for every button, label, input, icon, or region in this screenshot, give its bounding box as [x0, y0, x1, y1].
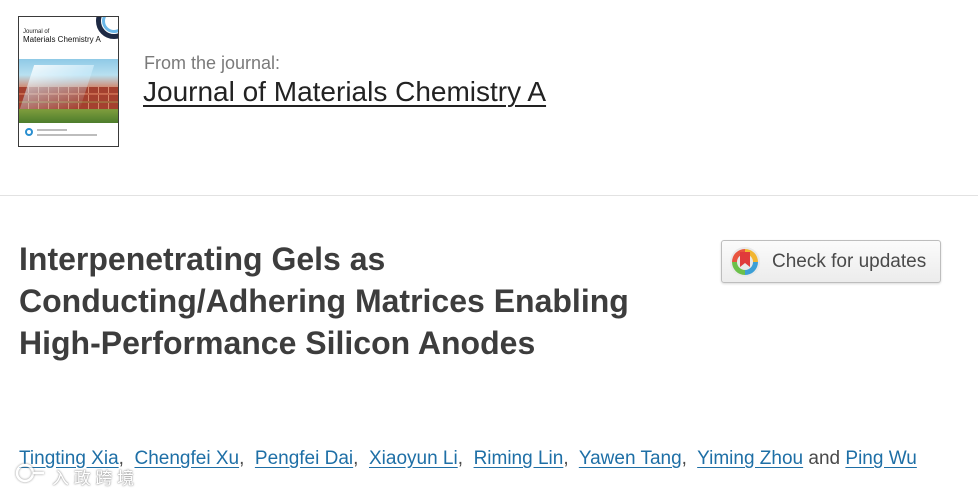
author-list: Tingting Xia, Chengfei Xu, Pengfei Dai, … — [19, 446, 969, 472]
header-divider — [0, 195, 978, 196]
watermark: 入 政 跨 境 — [14, 462, 134, 488]
cover-title: Journal of Materials Chemistry A — [23, 29, 113, 44]
author-link[interactable]: Xiaoyun Li — [369, 448, 458, 469]
journal-cover-image[interactable]: Journal of Materials Chemistry A — [18, 16, 119, 147]
watermark-logo-icon — [15, 463, 44, 483]
author-link[interactable]: Riming Lin — [474, 448, 564, 469]
watermark-text: 入 政 跨 境 — [52, 469, 135, 488]
author-link[interactable]: Pengfei Dai — [255, 448, 353, 469]
author-separator: , — [239, 448, 245, 469]
cover-title-big: Materials Chemistry A — [23, 35, 101, 44]
journal-name-link[interactable]: Journal of Materials Chemistry A — [143, 76, 546, 108]
author-separator: , — [681, 448, 687, 469]
crossmark-icon — [730, 247, 760, 277]
article-page: Journal of Materials Chemistry A From th… — [0, 0, 978, 491]
author-link[interactable]: Ping Wu — [845, 448, 916, 469]
cover-footer-line — [37, 129, 67, 131]
author-and-word: and — [808, 448, 841, 469]
author-link[interactable]: Chengfei Xu — [134, 448, 239, 469]
check-for-updates-button[interactable]: Check for updates — [721, 240, 941, 283]
check-for-updates-label: Check for updates — [772, 251, 927, 272]
cover-publisher-footer — [25, 126, 111, 140]
journal-from-label: From the journal: — [144, 53, 281, 73]
author-link[interactable]: Yiming Zhou — [697, 448, 803, 469]
publisher-logo-icon — [25, 128, 33, 136]
journal-header: Journal of Materials Chemistry A From th… — [0, 0, 978, 195]
cover-artwork — [19, 59, 118, 123]
article-title: Interpenetrating Gels as Conducting/Adhe… — [19, 241, 629, 361]
cover-footer-line — [37, 134, 97, 136]
author-separator: , — [563, 448, 569, 469]
author-separator: , — [353, 448, 359, 469]
author-separator: , — [457, 448, 463, 469]
author-link[interactable]: Yawen Tang — [579, 448, 682, 469]
